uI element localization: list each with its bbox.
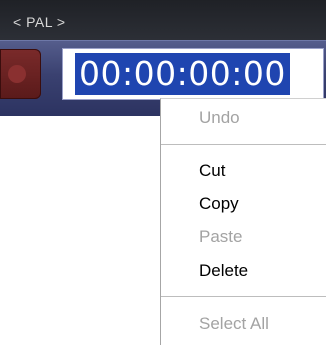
menu-item-undo[interactable]: Undo: [161, 104, 326, 132]
top-toolbar: < PAL >: [0, 0, 326, 40]
menu-separator: [161, 144, 326, 145]
menu-item-paste[interactable]: Paste: [161, 223, 326, 251]
context-menu: Undo Cut Copy Paste Delete Select All: [160, 98, 326, 345]
app-window: < PAL > 00:00:00:00 Undo Cut Copy Paste …: [0, 0, 326, 345]
menu-item-select-all[interactable]: Select All: [161, 310, 326, 338]
timecode-selected-text[interactable]: 00:00:00:00: [75, 53, 290, 95]
record-button[interactable]: [0, 49, 41, 99]
timecode-field[interactable]: 00:00:00:00: [62, 48, 324, 100]
menu-separator: [161, 296, 326, 297]
video-format-selector[interactable]: < PAL >: [13, 14, 66, 30]
record-icon: [8, 65, 26, 83]
menu-item-cut[interactable]: Cut: [161, 157, 326, 185]
menu-item-copy[interactable]: Copy: [161, 190, 326, 218]
menu-item-delete[interactable]: Delete: [161, 257, 326, 285]
